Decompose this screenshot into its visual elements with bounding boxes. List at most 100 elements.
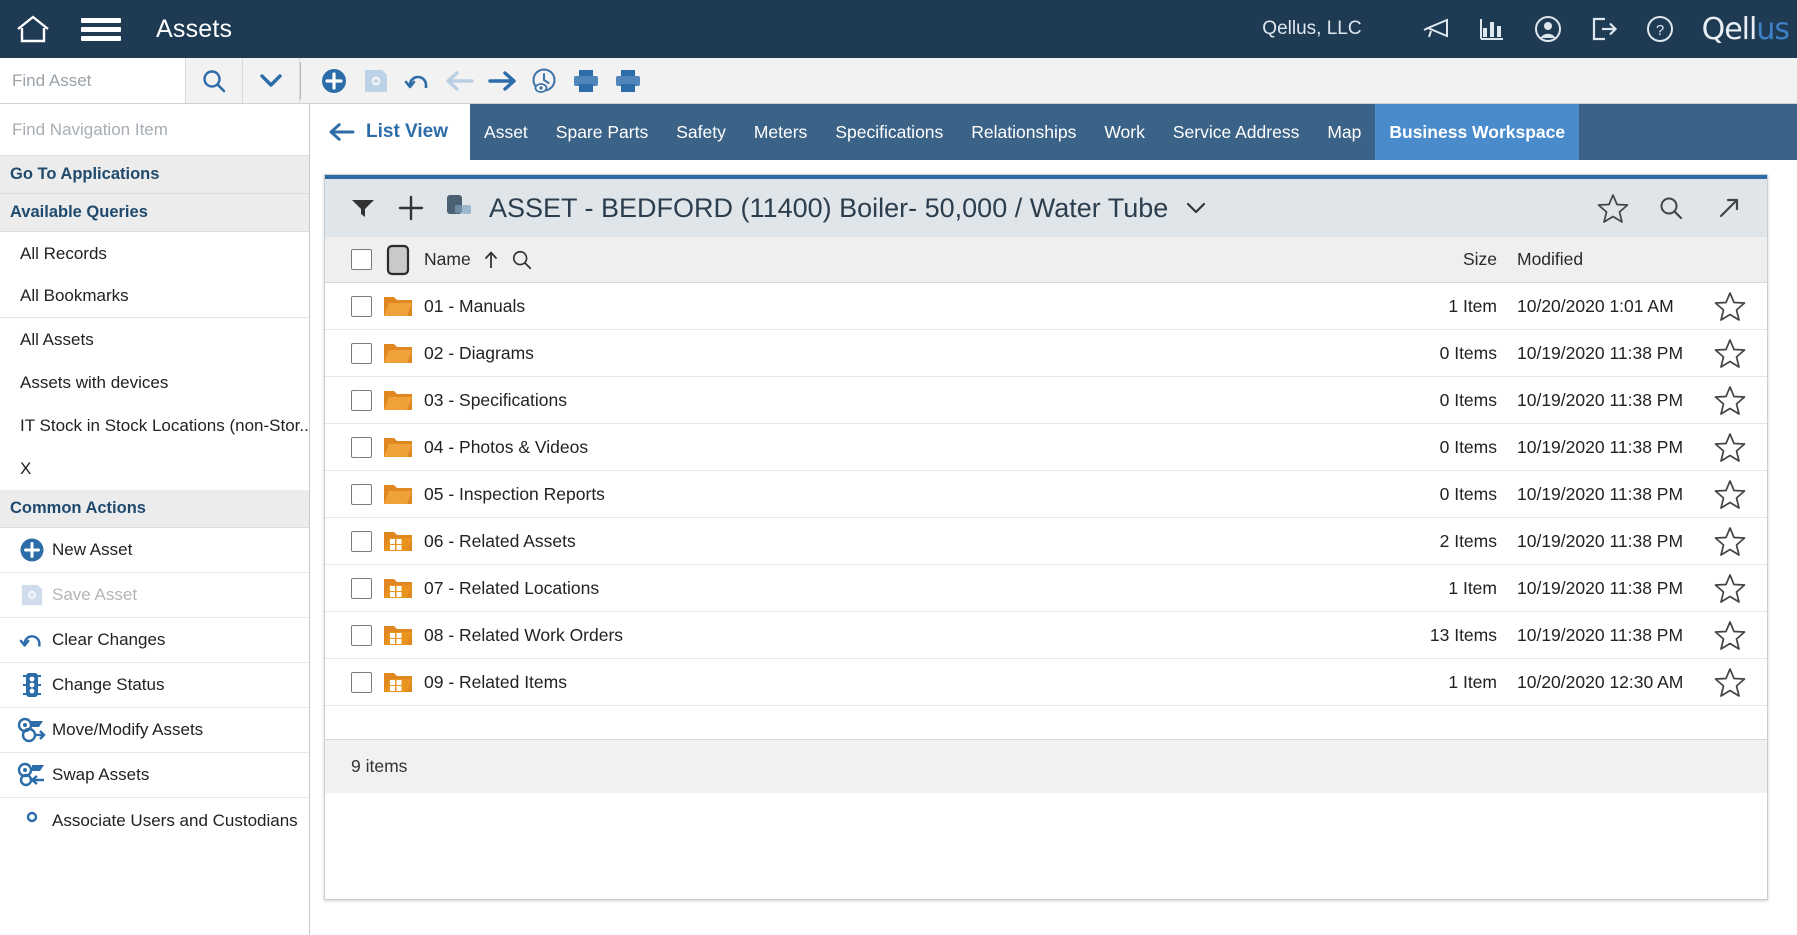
row-favorite-button[interactable] (1693, 479, 1767, 510)
table-footer: 9 items (325, 739, 1767, 793)
tab-spare-parts[interactable]: Spare Parts (542, 104, 662, 160)
workspace-search-button[interactable] (1647, 184, 1695, 232)
help-button[interactable]: ? (1632, 0, 1688, 58)
row-name: 03 - Specifications (424, 390, 1367, 411)
menu-button[interactable] (66, 0, 136, 58)
sidebar-item-it-stock[interactable]: IT Stock in Stock Locations (non-Stor... (0, 404, 309, 447)
nav-search-input[interactable] (12, 120, 309, 140)
add-button[interactable] (387, 184, 435, 232)
row-checkbox[interactable] (351, 390, 372, 411)
history-button[interactable] (523, 58, 565, 103)
sidebar-item-x[interactable]: X (0, 447, 309, 490)
row-favorite-button[interactable] (1693, 667, 1767, 698)
table-row[interactable]: 02 - Diagrams 0 Items 10/19/2020 11:38 P… (325, 330, 1767, 377)
row-favorite-button[interactable] (1693, 338, 1767, 369)
table-row[interactable]: 09 - Related Items 1 Item 10/20/2020 12:… (325, 659, 1767, 706)
row-checkbox[interactable] (351, 672, 372, 693)
sidebar-action-move-modify-assets[interactable]: Move/Modify Assets (0, 708, 309, 753)
sidebar-item-all-records[interactable]: All Records (0, 232, 309, 275)
search-button[interactable] (186, 58, 243, 103)
row-favorite-button[interactable] (1693, 385, 1767, 416)
star-outline-icon (1714, 620, 1746, 651)
sidebar-action-new-asset[interactable]: New Asset (0, 528, 309, 573)
search-options-button[interactable] (243, 58, 300, 103)
clear-changes-button[interactable] (397, 58, 439, 103)
print-preview-button[interactable] (607, 58, 649, 103)
table-row[interactable]: 05 - Inspection Reports 0 Items 10/19/20… (325, 471, 1767, 518)
back-button[interactable] (439, 58, 481, 103)
table-row[interactable]: 06 - Related Assets 2 Items 10/19/2020 1… (325, 518, 1767, 565)
reports-button[interactable] (1464, 0, 1520, 58)
find-asset-field[interactable] (0, 58, 186, 103)
user-account-button[interactable] (1520, 0, 1576, 58)
new-record-button[interactable] (313, 58, 355, 103)
row-checkbox[interactable] (351, 578, 372, 599)
save-button[interactable] (355, 58, 397, 103)
column-modified-header[interactable]: Modified (1497, 249, 1693, 270)
filter-button[interactable] (339, 184, 387, 232)
row-favorite-button[interactable] (1693, 573, 1767, 604)
find-navigation-field[interactable] (0, 104, 309, 156)
sidebar-action-clear-changes[interactable]: Clear Changes (0, 618, 309, 663)
sidebar-action-associate-users[interactable]: Associate Users and Custodians (0, 798, 309, 843)
table-row[interactable]: 07 - Related Locations 1 Item 10/19/2020… (325, 565, 1767, 612)
back-arrow-icon (328, 121, 356, 143)
sidebar-action-save-asset[interactable]: Save Asset (0, 573, 309, 618)
sidebar-item-assets-with-devices[interactable]: Assets with devices (0, 361, 309, 404)
open-external-button[interactable] (1705, 184, 1753, 232)
tab-business-workspace[interactable]: Business Workspace (1375, 104, 1579, 160)
item-count-label: 9 items (351, 756, 407, 777)
sidebar-section-common-actions[interactable]: Common Actions (0, 490, 309, 528)
home-button[interactable] (0, 0, 66, 58)
sidebar-action-change-status[interactable]: Change Status (0, 663, 309, 708)
qellus-logo: Q ell us (1702, 12, 1791, 47)
logout-button[interactable] (1576, 0, 1632, 58)
tab-relationships[interactable]: Relationships (957, 104, 1090, 160)
tab-service-address[interactable]: Service Address (1159, 104, 1313, 160)
row-checkbox[interactable] (351, 531, 372, 552)
row-checkbox[interactable] (351, 343, 372, 364)
search-input[interactable] (12, 71, 185, 91)
sidebar-section-go-to-applications[interactable]: Go To Applications (0, 156, 309, 194)
row-checkbox[interactable] (351, 437, 372, 458)
tab-asset[interactable]: Asset (470, 104, 542, 160)
row-favorite-button[interactable] (1693, 526, 1767, 557)
tab-safety[interactable]: Safety (662, 104, 740, 160)
tab-meters[interactable]: Meters (740, 104, 821, 160)
column-size-header[interactable]: Size (1367, 249, 1497, 270)
row-favorite-button[interactable] (1693, 291, 1767, 322)
row-checkbox[interactable] (351, 625, 372, 646)
document-type-icon (384, 244, 412, 276)
print-button[interactable] (565, 58, 607, 103)
app-header-left: Assets (0, 0, 232, 58)
tab-map[interactable]: Map (1313, 104, 1375, 160)
row-favorite-button[interactable] (1693, 432, 1767, 463)
table-row[interactable]: 01 - Manuals 1 Item 10/20/2020 1:01 AM (325, 283, 1767, 330)
table-row[interactable]: 08 - Related Work Orders 13 Items 10/19/… (325, 612, 1767, 659)
row-size: 0 Items (1367, 343, 1497, 364)
search-icon[interactable] (511, 249, 533, 271)
favorite-button[interactable] (1589, 184, 1637, 232)
main-content: List View Asset Spare Parts Safety Meter… (310, 104, 1797, 935)
sidebar-section-available-queries[interactable]: Available Queries (0, 194, 309, 232)
sidebar-action-label: Change Status (52, 675, 164, 695)
tab-list-view[interactable]: List View (310, 104, 470, 160)
row-checkbox[interactable] (351, 484, 372, 505)
forward-button[interactable] (481, 58, 523, 103)
sidebar-action-swap-assets[interactable]: Swap Assets (0, 753, 309, 798)
table-row[interactable]: 04 - Photos & Videos 0 Items 10/19/2020 … (325, 424, 1767, 471)
table-row[interactable]: 03 - Specifications 0 Items 10/19/2020 1… (325, 377, 1767, 424)
select-all-checkbox[interactable] (351, 249, 372, 270)
column-name-header[interactable]: Name (424, 249, 1367, 271)
save-icon (363, 68, 389, 94)
sidebar-item-all-bookmarks[interactable]: All Bookmarks (0, 275, 309, 318)
row-checkbox[interactable] (351, 296, 372, 317)
row-favorite-button[interactable] (1693, 620, 1767, 651)
print-icon (572, 68, 600, 94)
svg-text:?: ? (1655, 22, 1663, 39)
announcement-button[interactable] (1408, 0, 1464, 58)
workspace-title-dropdown[interactable] (1184, 200, 1208, 216)
sidebar-item-all-assets[interactable]: All Assets (0, 318, 309, 361)
tab-specifications[interactable]: Specifications (821, 104, 957, 160)
tab-work[interactable]: Work (1090, 104, 1159, 160)
